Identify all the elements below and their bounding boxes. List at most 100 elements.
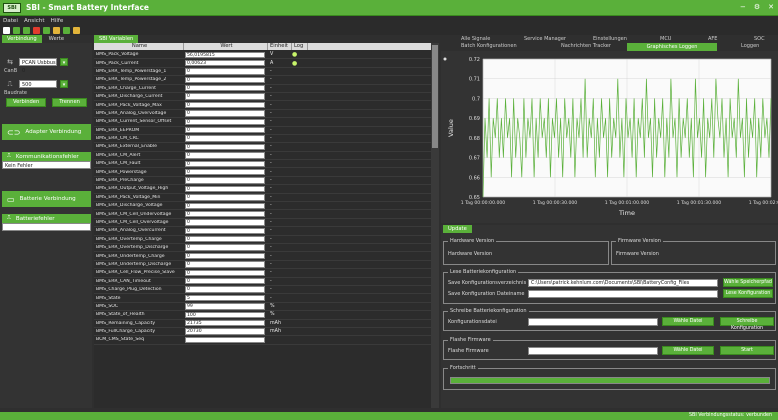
tab-graphisches-loggen[interactable]: Graphisches Loggen — [627, 43, 717, 51]
header-unit[interactable]: Einheit — [268, 43, 292, 50]
row-value-field[interactable]: 0 — [185, 210, 265, 218]
row-value-field[interactable]: 5 — [185, 294, 265, 302]
stop-icon[interactable] — [33, 26, 40, 34]
save-icon[interactable] — [63, 26, 70, 34]
firmware-file-input[interactable] — [528, 347, 658, 355]
table-row[interactable]: BMS_FullCharge_Capacity 20730 mAh — [94, 328, 431, 337]
table-row[interactable]: BMS_ERR_Current_Sensor_Offset 0- — [94, 118, 431, 127]
chart-handle-icon[interactable] — [443, 57, 447, 61]
row-value-field[interactable]: 0 — [185, 143, 265, 151]
play-icon[interactable] — [23, 26, 30, 34]
table-row[interactable]: BMS_ERR_Analog_Overcurrent 0- — [94, 227, 431, 236]
config-file-input[interactable] — [528, 318, 658, 326]
row-value-field[interactable]: 0 — [185, 252, 265, 260]
table-row[interactable]: BMS_Pack_Current 0,00623 A ● — [94, 59, 431, 68]
tab-mcu[interactable]: MCU — [660, 36, 671, 42]
table-row[interactable]: BMS_ERR_Discharge_Current 0- — [94, 93, 431, 102]
tab-service-manager[interactable]: Service Manager — [524, 36, 566, 42]
scrollbar-thumb[interactable] — [432, 45, 438, 148]
menu-item-ansicht[interactable]: Ansicht — [24, 18, 45, 24]
read-config-button[interactable]: Lese Konfiguration — [723, 289, 773, 298]
target-icon[interactable] — [43, 26, 50, 34]
disconnect-button[interactable]: Trennen — [52, 98, 87, 107]
table-row[interactable]: BMS_ERR_Pack_Voltage_Min 0- — [94, 194, 431, 203]
row-value-field[interactable]: 0 — [185, 236, 265, 243]
row-value-field[interactable]: 56,0195815 — [185, 51, 265, 58]
row-value-field[interactable]: 0 — [185, 168, 265, 176]
table-row[interactable]: BMS_ERR_Temp_Powerstage_1 0- — [94, 68, 431, 77]
row-value-field[interactable]: 0 — [185, 118, 265, 126]
settings-gear-icon[interactable]: ⚙ — [754, 3, 760, 11]
row-value-field[interactable]: 0 — [185, 76, 265, 84]
start-flash-button[interactable]: Start — [720, 346, 774, 355]
tab-alle-signale[interactable]: Alle Signale — [461, 36, 490, 42]
tab-einstellungen[interactable]: Einstellungen — [593, 36, 627, 42]
row-value-field[interactable] — [185, 336, 265, 344]
row-value-field[interactable]: 21735 — [185, 320, 265, 327]
table-row[interactable]: BMS_ERR_External_Enable 0- — [94, 143, 431, 152]
table-row[interactable]: BMS_ERR_CM_Alert 0- — [94, 152, 431, 161]
row-value-field[interactable]: 0 — [185, 194, 265, 201]
table-row[interactable]: BMS_ERR_CM_Fault 0- — [94, 160, 431, 169]
header-log[interactable]: Log — [292, 43, 308, 50]
table-row[interactable]: BMS_ERR_Overtemp_Charge 0- — [94, 236, 431, 244]
can-device-select[interactable]: PCAN Usbbus 0 — [19, 58, 57, 74]
table-row[interactable]: BMS_ERR_EEPROM 0- — [94, 127, 431, 135]
row-log-indicator[interactable]: ● — [292, 51, 308, 58]
table-row[interactable]: BMS_ERR_Analog_Overvoltage 0- — [94, 110, 431, 119]
table-scrollbar[interactable] — [431, 43, 439, 408]
can-dropdown-button[interactable]: ▾ — [60, 58, 68, 66]
table-row[interactable]: BMS_ERR_CM_CRC 0- — [94, 135, 431, 144]
table-row[interactable]: BMS_ERR_Temp_Powerstage_2 0- — [94, 76, 431, 85]
table-row[interactable]: BMS_Remaining_Capacity 21735 mAh — [94, 320, 431, 328]
row-log-indicator[interactable]: ● — [292, 60, 308, 67]
table-row[interactable]: BMS_ERR_CAN_Timeout 0- — [94, 278, 431, 286]
row-value-field[interactable]: 0 — [185, 160, 265, 167]
table-row[interactable]: BMS_ERR_PreCharge 0- — [94, 177, 431, 186]
table-row[interactable]: BMS_ERR_CM_Cell_Undervoltage 0- — [94, 210, 431, 219]
connect-button[interactable]: Verbinden — [6, 98, 47, 107]
row-value-field[interactable]: 0 — [185, 244, 265, 251]
row-value-field[interactable]: 0 — [185, 127, 265, 134]
tab-afe[interactable]: AFE — [708, 36, 717, 42]
tab-soc[interactable]: SOC — [754, 36, 765, 42]
open-folder-icon[interactable] — [73, 26, 80, 34]
row-value-field[interactable]: 0 — [185, 110, 265, 117]
table-row[interactable]: BMS_ERR_Overtemp_Discharge 0- — [94, 244, 431, 253]
save-path-input[interactable]: C:\Users\patrick.kehnlum.com\Documents\S… — [528, 279, 718, 287]
menu-item-datei[interactable]: Datei — [3, 18, 18, 24]
row-value-field[interactable]: 0 — [185, 185, 265, 193]
close-icon[interactable]: ✕ — [768, 3, 774, 11]
table-row[interactable]: BMS_ERR_Discharge_Voltage 0- — [94, 202, 431, 211]
row-value-field[interactable]: 0,00623 — [185, 59, 265, 67]
baudrate-select[interactable]: 500 — [19, 80, 57, 88]
table-row[interactable]: BMS_ERR_Undertemp_Charge 0- — [94, 252, 431, 261]
row-value-field[interactable]: 0 — [185, 85, 265, 92]
row-value-field[interactable]: 0 — [185, 135, 265, 142]
save-filename-input[interactable] — [528, 290, 718, 298]
table-row[interactable]: BMS_Charge_Plug_Detection 0- — [94, 286, 431, 295]
row-value-field[interactable]: 0 — [185, 227, 265, 235]
record-icon[interactable] — [13, 26, 20, 34]
minimize-icon[interactable]: − — [740, 3, 746, 11]
row-value-field[interactable]: 0 — [185, 278, 265, 285]
row-value-field[interactable]: 0 — [185, 152, 265, 159]
row-value-field[interactable]: 100 — [185, 311, 265, 318]
row-value-field[interactable]: 99 — [185, 303, 265, 310]
table-row[interactable]: BMS_State 5- — [94, 294, 431, 303]
row-value-field[interactable]: 0 — [185, 101, 265, 109]
select-config-file-button[interactable]: Wähle Datei — [662, 317, 714, 326]
row-value-field[interactable]: 0 — [185, 269, 265, 277]
table-row[interactable]: BMS_ERR_Powerstage 0- — [94, 168, 431, 177]
header-value[interactable]: Wert — [184, 43, 268, 50]
table-row[interactable]: BMS_State_of_Health 100% — [94, 311, 431, 320]
row-value-field[interactable]: 0 — [185, 219, 265, 226]
table-row[interactable]: BMS_ERR_Cell_Flow_Precise_Slave 0- — [94, 269, 431, 278]
folder-icon[interactable] — [53, 26, 60, 34]
table-row[interactable]: BMS_ERR_Output_Voltage_High 0- — [94, 185, 431, 194]
select-firmware-button[interactable]: Wähle Datei — [662, 346, 714, 355]
tab-update[interactable]: Update — [443, 225, 472, 233]
connect-icon[interactable] — [3, 26, 10, 34]
table-row[interactable]: BMS_ERR_CM_Cell_Overvoltage 0- — [94, 219, 431, 228]
row-value-field[interactable]: 0 — [185, 177, 265, 184]
